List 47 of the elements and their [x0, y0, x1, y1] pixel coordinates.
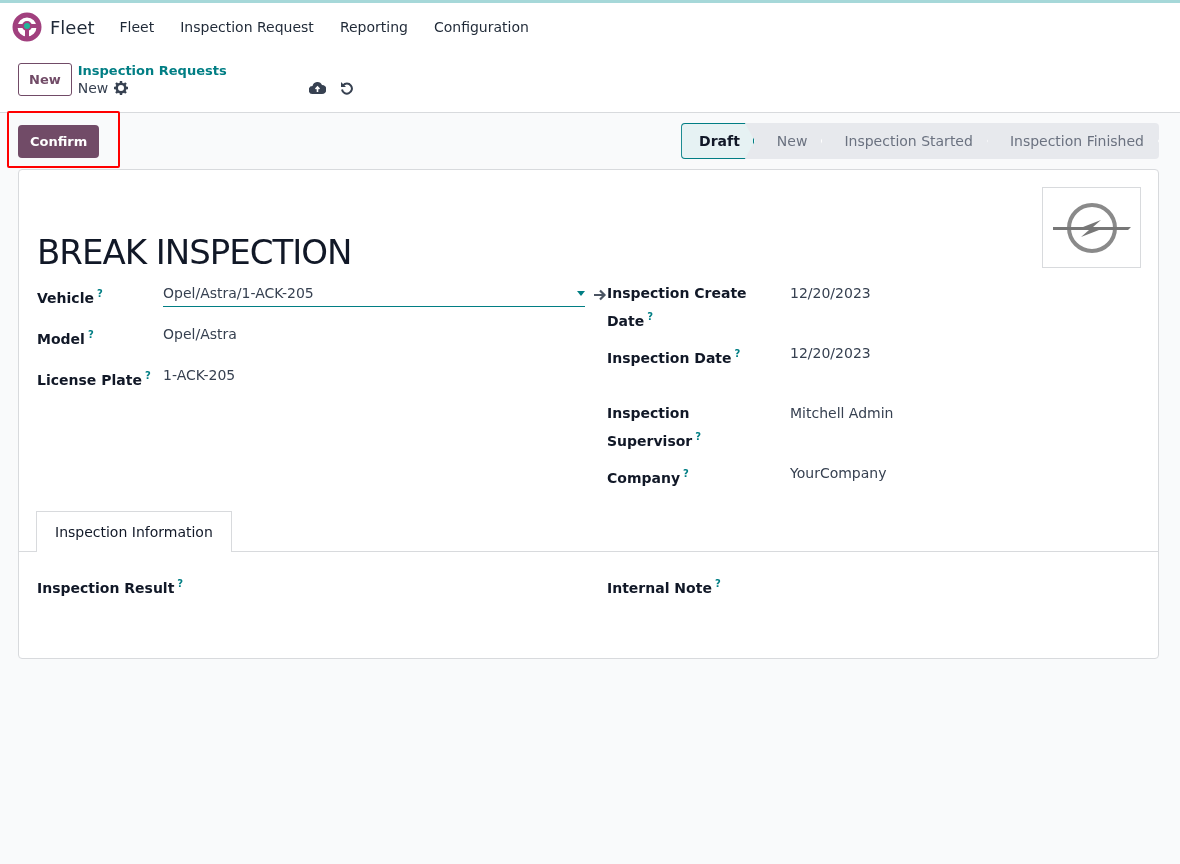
help-icon[interactable]: ? — [734, 348, 741, 359]
help-icon[interactable]: ? — [683, 468, 689, 479]
steering-wheel-icon[interactable] — [12, 12, 42, 42]
field-value: 12/20/2023 — [790, 344, 872, 363]
status-step[interactable]: New — [754, 123, 823, 159]
field-label: Inspection Supervisor $^{?}$ — [607, 404, 703, 451]
help-icon[interactable]: ? — [177, 578, 184, 589]
field-label: Vehicle $^{?}$ — [37, 287, 104, 308]
field-label: Inspection Date $^{?}$ — [607, 347, 742, 368]
field-label: Inspection Create Date $^{?}$ — [607, 284, 748, 331]
status-step[interactable]: Inspection Finished — [987, 123, 1159, 159]
help-icon[interactable]: ? — [647, 311, 654, 322]
record-title: BREAK INSPECTION — [37, 232, 352, 272]
field-value: 12/20/2023 — [790, 284, 872, 303]
car-logo-icon — [1042, 187, 1141, 268]
tab[interactable]: Inspection Information — [36, 511, 232, 552]
help-icon[interactable]: ? — [87, 329, 94, 340]
field-label: Internal Note $^{?}$ — [607, 577, 722, 598]
help-icon[interactable]: ? — [714, 578, 721, 589]
menu-item[interactable]: Inspection Request — [169, 19, 325, 35]
new-button[interactable]: New — [18, 63, 72, 96]
field-value: YourCompany — [790, 464, 888, 483]
field-label: Company $^{?}$ — [607, 467, 690, 488]
menu-item[interactable]: Fleet — [108, 19, 166, 35]
field-label: Model $^{?}$ — [37, 328, 95, 349]
status-step[interactable]: Inspection Started — [822, 123, 988, 159]
undo-icon[interactable] — [339, 80, 354, 95]
breadcrumb-link[interactable]: Inspection Requests — [77, 63, 227, 78]
help-icon[interactable]: ? — [695, 431, 702, 442]
caret-icon[interactable] — [577, 291, 585, 296]
menu-item[interactable]: Reporting — [328, 19, 419, 35]
gear-icon[interactable] — [114, 81, 129, 95]
help-icon[interactable]: ? — [144, 370, 151, 381]
cloud-upload-icon[interactable] — [308, 80, 326, 94]
field-value: Mitchell Admin — [790, 404, 895, 423]
field-value: Opel/Astra — [163, 325, 238, 344]
field-label: Inspection Result $^{?}$ — [37, 577, 185, 598]
help-icon[interactable]: ? — [96, 288, 103, 299]
vehicle-field[interactable]: Opel/Astra/1-ACK-205 — [163, 282, 585, 307]
field-value: 1-ACK-205 — [163, 366, 237, 385]
field-label: License Plate $^{?}$ — [37, 369, 152, 390]
confirm-button[interactable]: Confirm — [18, 124, 100, 158]
record-name: New — [77, 80, 109, 96]
arrow-right-icon[interactable] — [593, 288, 607, 301]
menu-item[interactable]: Configuration — [422, 19, 540, 35]
app-name[interactable]: Fleet — [50, 16, 95, 38]
status-step[interactable]: Draft — [681, 123, 755, 159]
